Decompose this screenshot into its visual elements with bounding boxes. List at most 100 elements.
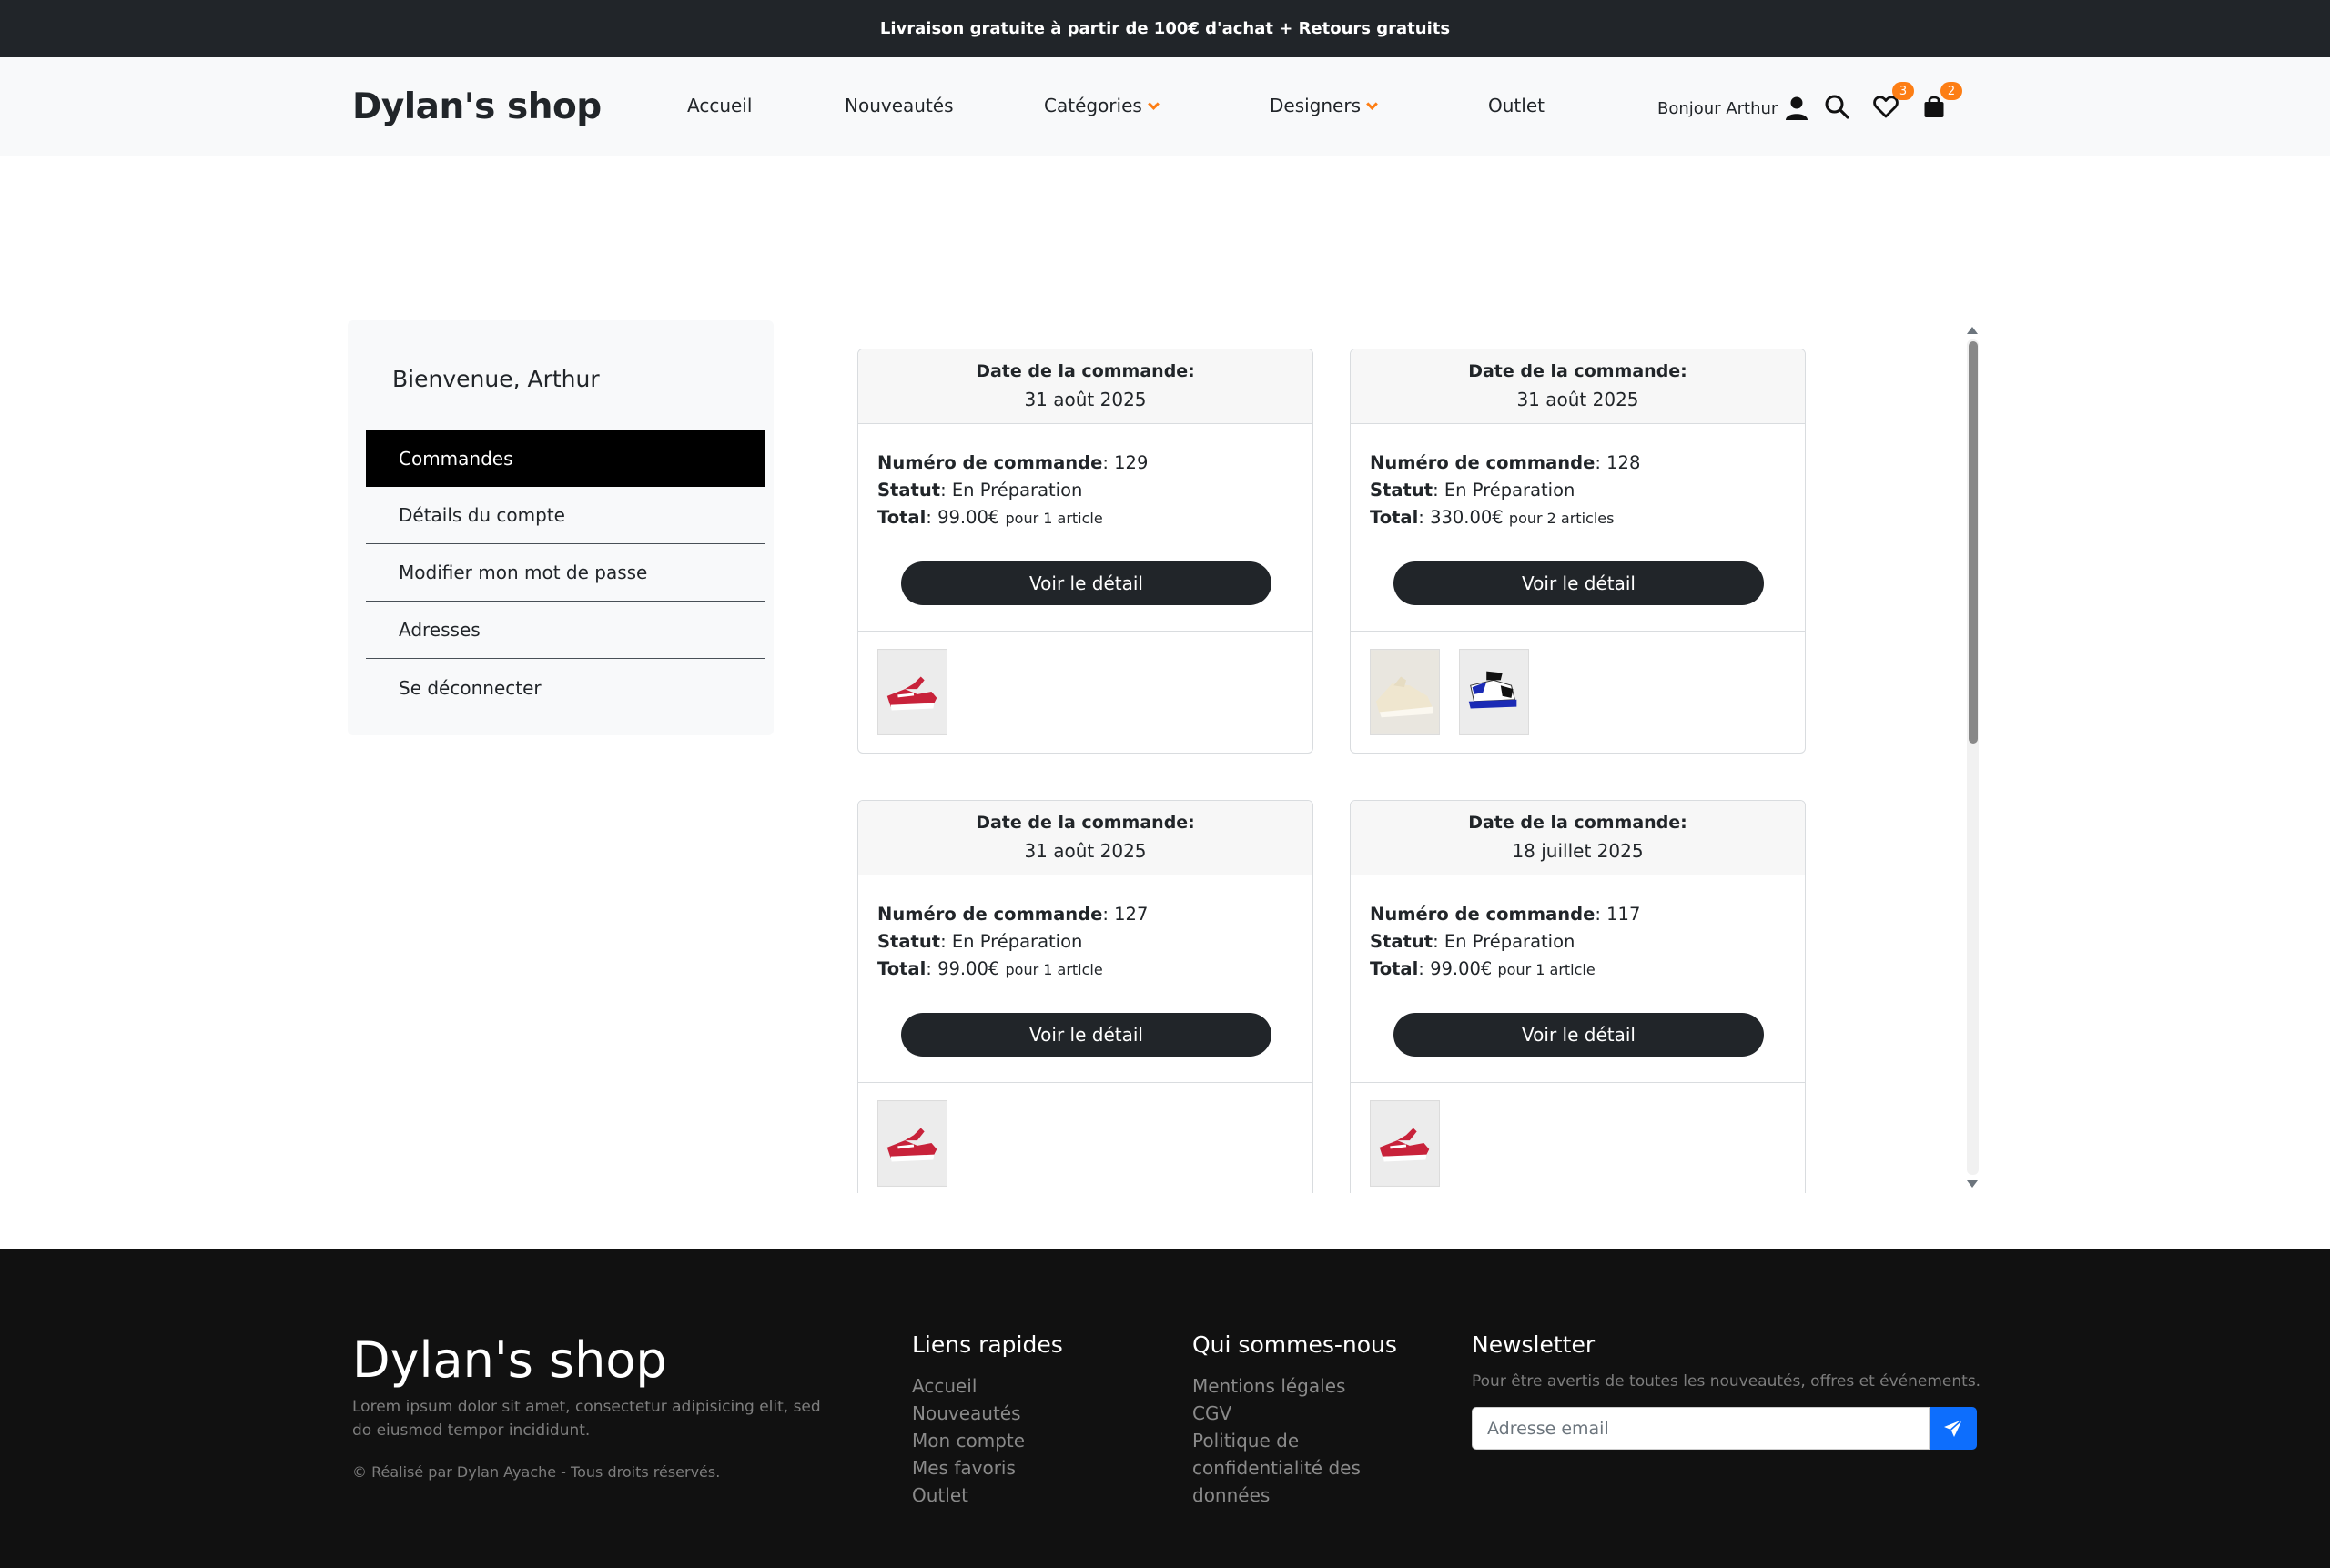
account-link[interactable]: Bonjour Arthur [1657,96,1808,121]
greeting-text: Bonjour Arthur [1657,98,1778,118]
order-date-label: Date de la commande: [976,813,1195,833]
order-date: 31 août 2025 [1024,840,1147,862]
heart-icon [1873,96,1899,118]
brand-logo[interactable]: Dylan's shop [352,86,602,127]
nav-outlet[interactable]: Outlet [1488,95,1545,116]
order-status-label: Statut [877,480,941,501]
nav-categories[interactable]: Catégories [1044,95,1160,116]
footer-link[interactable]: Outlet [912,1482,1063,1509]
input-placeholder: Adresse email [1487,1418,1609,1439]
order-thumbnails [858,1083,1312,1193]
nav-label: Accueil [687,95,753,116]
newsletter-submit-button[interactable] [1930,1407,1977,1450]
newsletter-note: Pour être avertis de toutes les nouveaut… [1472,1372,1981,1391]
footer-link[interactable]: Mes favoris [912,1454,1063,1482]
footer-column-title: Liens rapides [912,1331,1063,1358]
order-item-count: pour 1 article [1005,510,1103,527]
order-thumbnails [1351,1083,1805,1193]
menu-item-label: Se déconnecter [399,676,542,699]
order-card-body: Numéro de commande: 129 Statut: En Prépar… [858,424,1312,632]
footer-link[interactable]: confidentialité des [1192,1454,1397,1482]
product-thumbnail[interactable] [1370,1100,1440,1187]
paper-plane-icon [1944,1418,1963,1437]
chevron-down-icon [1366,97,1378,110]
order-card-body: Numéro de commande: 128 Statut: En Prépar… [1351,424,1805,632]
order-total-line: Total: 99.00€ pour 1 article [1370,958,1596,979]
view-order-button[interactable]: Voir le détail [901,1013,1271,1057]
user-icon [1786,96,1808,120]
footer-link[interactable]: CGV [1192,1400,1397,1427]
product-thumbnail[interactable] [877,649,947,735]
order-status: En Préparation [1444,931,1575,952]
order-card-header: Date de la commande: 31 août 2025 [858,801,1312,875]
scroll-down-arrow[interactable] [1967,1180,1978,1188]
footer-link[interactable]: Politique de [1192,1427,1397,1454]
order-date: 31 août 2025 [1024,389,1147,410]
scrollbar-thumb[interactable] [1969,341,1978,744]
footer-link[interactable]: données [1192,1482,1397,1509]
order-status-line: Statut: En Préparation [1370,480,1575,501]
footer-link[interactable]: Accueil [912,1372,1063,1400]
footer-description: Lorem ipsum dolor sit amet, consectetur … [352,1398,821,1440]
menu-item-addresses[interactable]: Adresses [366,602,765,659]
nav-label: Nouveautés [845,95,954,116]
order-number-label: Numéro de commande [877,904,1103,925]
order-number-line: Numéro de commande: 127 [877,904,1149,925]
menu-item-label: Adresses [399,619,481,641]
order-card-header: Date de la commande: 18 juillet 2025 [1351,801,1805,875]
search-button[interactable] [1821,91,1852,122]
menu-item-logout[interactable]: Se déconnecter [366,659,765,716]
menu-item-orders[interactable]: Commandes [366,430,765,487]
footer-link[interactable]: Nouveautés [912,1400,1063,1427]
view-order-button[interactable]: Voir le détail [1393,561,1764,605]
footer-link[interactable]: Mentions légales [1192,1372,1397,1400]
order-card: Date de la commande: 31 août 2025 Numéro d… [857,349,1313,754]
cart-button[interactable]: 2 [1919,82,1962,122]
product-thumbnail[interactable] [1459,649,1529,735]
nav-designers[interactable]: Designers [1270,95,1378,116]
order-item-count: pour 1 article [1005,961,1103,978]
footer-link[interactable]: Mon compte [912,1427,1063,1454]
order-number-line: Numéro de commande: 129 [877,452,1149,473]
order-status-label: Statut [877,931,941,952]
view-order-button[interactable]: Voir le détail [1393,1013,1764,1057]
order-total-line: Total: 99.00€ pour 1 article [877,958,1103,979]
newsletter-form: Adresse email [1472,1407,1980,1450]
order-item-count: pour 1 article [1497,961,1596,978]
product-thumbnail[interactable] [1370,649,1440,735]
menu-item-account-details[interactable]: Détails du compte [366,487,765,544]
account-sidebar: Bienvenue, Arthur Commandes Détails du c… [348,320,774,735]
menu-item-change-password[interactable]: Modifier mon mot de passe [366,544,765,602]
button-label: Voir le détail [1029,1024,1143,1046]
product-thumbnail[interactable] [877,1100,947,1187]
order-card: Date de la commande: 31 août 2025 Numéro d… [857,800,1313,1193]
order-card-body: Numéro de commande: 127 Statut: En Prépar… [858,875,1312,1083]
newsletter-email-input[interactable]: Adresse email [1472,1407,1930,1450]
scroll-up-arrow[interactable] [1967,327,1978,334]
order-total-label: Total [1370,958,1419,979]
footer-quick-links: Liens rapides Accueil Nouveautés Mon com… [912,1331,1063,1509]
site-header: Dylan's shop Accueil Nouveautés Catégori… [0,57,2330,156]
order-total-line: Total: 99.00€ pour 1 article [877,507,1103,528]
order-card-header: Date de la commande: 31 août 2025 [1351,349,1805,424]
order-card-body: Numéro de commande: 117 Statut: En Prépar… [1351,875,1805,1083]
menu-item-label: Détails du compte [399,504,565,526]
order-date: 18 juillet 2025 [1512,840,1644,862]
cart-count-badge: 2 [1940,82,1962,100]
announcement-bar: Livraison gratuite à partir de 100€ d'ac… [0,0,2330,57]
view-order-button[interactable]: Voir le détail [901,561,1271,605]
order-card-header: Date de la commande: 31 août 2025 [858,349,1312,424]
search-icon [1825,95,1849,119]
nav-label: Catégories [1044,95,1142,116]
order-total-label: Total [877,507,927,528]
nav-nouveautes[interactable]: Nouveautés [845,95,954,116]
order-status-line: Statut: En Préparation [877,480,1083,501]
orders-list[interactable]: Date de la commande: 31 août 2025 Numéro d… [857,321,1822,1193]
nav-accueil[interactable]: Accueil [687,95,752,116]
menu-item-label: Modifier mon mot de passe [399,561,648,583]
order-total: 99.00€ [1430,958,1493,979]
nav-label: Outlet [1488,95,1545,116]
order-date-label: Date de la commande: [1468,361,1687,381]
order-number: 127 [1114,904,1149,925]
wishlist-button[interactable]: 3 [1870,82,1914,122]
